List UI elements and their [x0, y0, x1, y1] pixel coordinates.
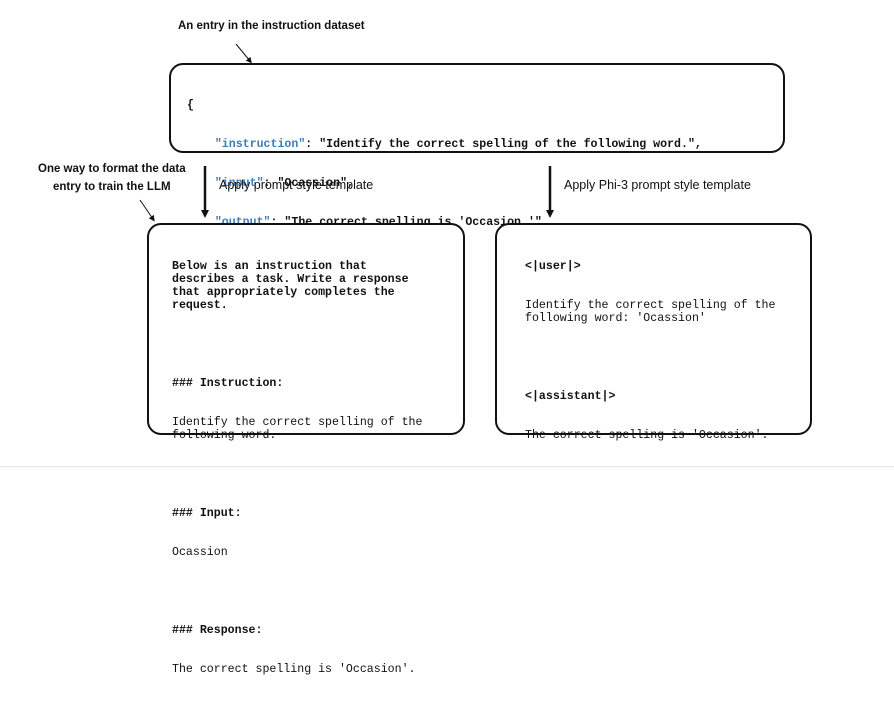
input-header: ### Input:: [172, 507, 242, 520]
entry-caption-pointer: [235, 43, 252, 64]
response-body: The correct spelling is 'Occasion'.: [172, 663, 416, 676]
format-caption-pointer: [139, 199, 155, 222]
connector-layer: [139, 43, 554, 222]
response-header: ### Response:: [172, 624, 263, 637]
bottom-divider: [0, 466, 894, 467]
input-body: Ocassion: [172, 546, 228, 559]
